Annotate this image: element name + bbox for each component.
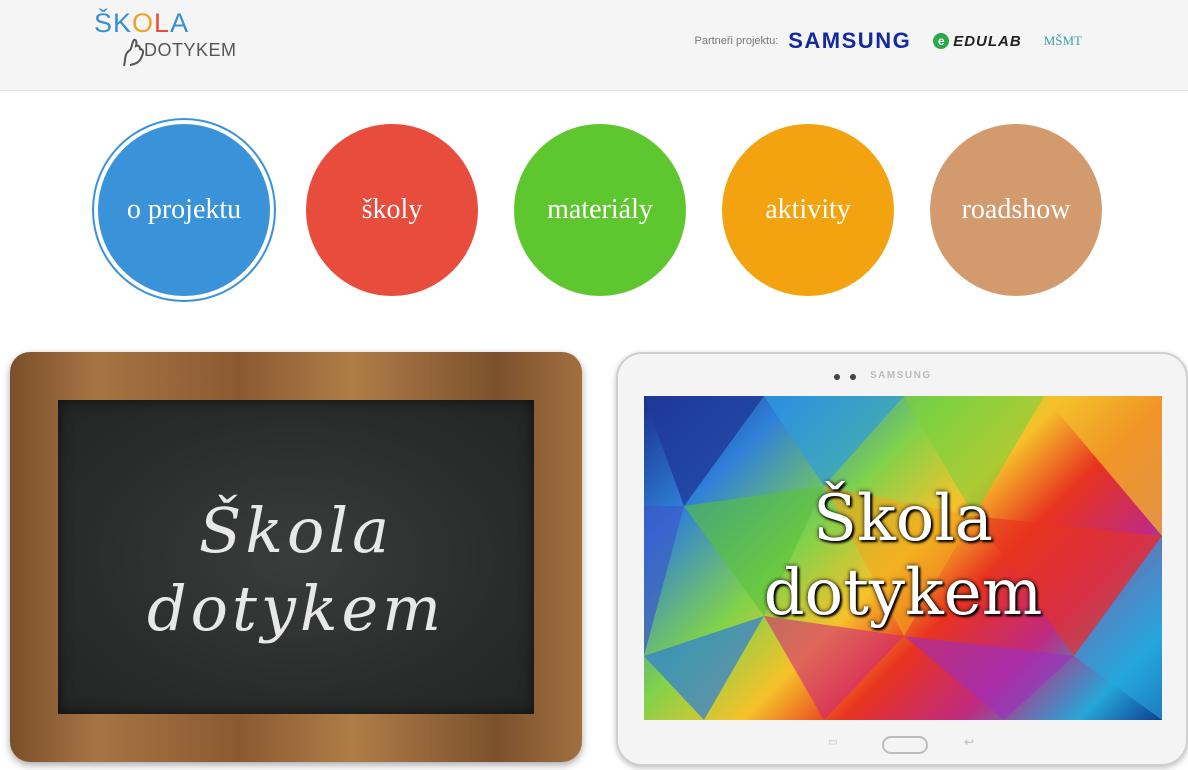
logo-letter: A — [170, 8, 190, 38]
nav-o-projektu[interactable]: o projektu — [98, 124, 270, 296]
nav-skoly[interactable]: školy — [306, 124, 478, 296]
tablet-screen-line: Škola — [813, 482, 993, 556]
nav-label: materiály — [547, 194, 653, 225]
main-nav: o projektu školy materiály aktivity road… — [0, 118, 1188, 308]
msmt-logo[interactable]: MŠMT — [1044, 34, 1082, 47]
chalkboard-image: Škola dotykem — [10, 352, 582, 762]
tablet-screen-line: dotykem — [763, 556, 1043, 630]
logo-letter: K — [113, 8, 133, 38]
chalkboard-surface: Škola dotykem — [58, 400, 534, 714]
tablet-sensor — [850, 374, 856, 380]
chalkboard-line: dotykem — [146, 572, 445, 645]
home-button-icon — [882, 736, 928, 754]
nav-roadshow[interactable]: roadshow — [930, 124, 1102, 296]
nav-materialy[interactable]: materiály — [514, 124, 686, 296]
nav-label: roadshow — [961, 194, 1071, 225]
logo-letter: Š — [94, 8, 114, 38]
tablet-screen: Škola dotykem — [644, 396, 1162, 720]
logo-subtitle: DOTYKEM — [144, 40, 237, 60]
site-header: ŠKOLA DOTYKEM Partneři projektu: SAMSUNG… — [0, 0, 1188, 91]
skola-dotykem-logo[interactable]: ŠKOLA DOTYKEM — [94, 4, 264, 70]
partners-bar: Partneři projektu: SAMSUNG e EDULAB MŠMT — [694, 26, 1082, 56]
nav-label: o projektu — [126, 194, 242, 225]
menu-icon: ▭ — [828, 737, 838, 748]
tablet-camera — [834, 374, 840, 380]
edulab-icon: e — [933, 33, 950, 49]
edulab-logo[interactable]: e EDULAB — [933, 33, 1022, 50]
nav-label: školy — [361, 194, 423, 225]
nav-label: aktivity — [765, 194, 851, 225]
tablet-image: SAMSUNG Škola dotykem ▭ ↩ — [616, 352, 1188, 766]
back-icon: ↩ — [964, 735, 975, 749]
samsung-logo[interactable]: SAMSUNG — [788, 28, 911, 54]
logo-letter: O — [132, 8, 155, 38]
nav-aktivity[interactable]: aktivity — [722, 124, 894, 296]
tablet-screen-text: Škola dotykem — [644, 482, 1162, 630]
partners-label: Partneři projektu: — [694, 35, 779, 47]
tablet-brand: SAMSUNG — [870, 370, 932, 381]
logo-title: ŠKOLA — [94, 8, 189, 39]
edulab-text: EDULAB — [953, 32, 1022, 50]
chalkboard-text: Škola dotykem — [58, 492, 534, 648]
chalkboard-line: Škola — [198, 494, 394, 567]
logo-letter: L — [154, 8, 171, 38]
